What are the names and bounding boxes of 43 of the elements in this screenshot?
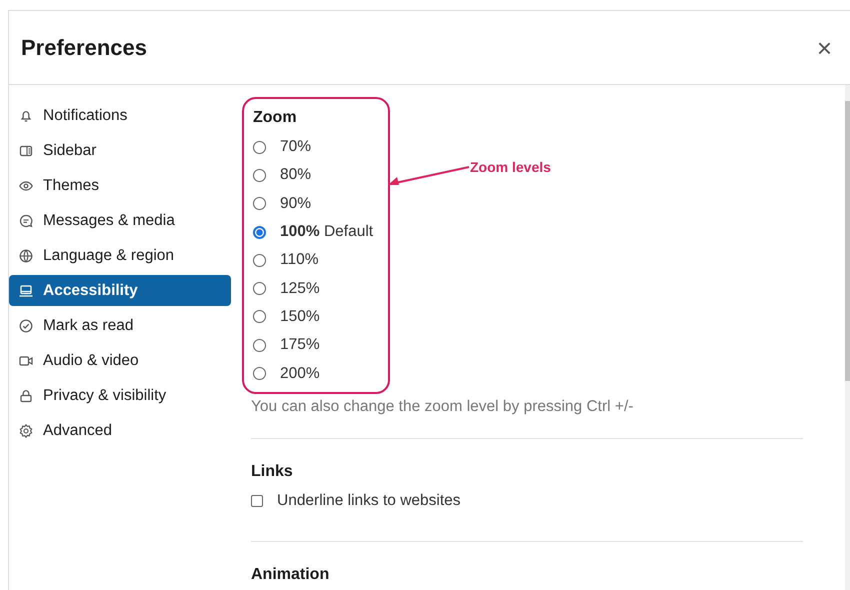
close-button[interactable]: × (812, 34, 836, 60)
radio-button[interactable] (253, 367, 266, 380)
dialog-title: Preferences (21, 34, 147, 60)
radio-button[interactable] (253, 197, 266, 210)
sidebar-item[interactable]: Accessibility (9, 275, 231, 306)
zoom-option[interactable]: 125% (253, 274, 388, 303)
zoom-option[interactable]: 90% (253, 190, 388, 218)
zoom-option[interactable]: 200% (253, 359, 388, 388)
sidebar-item[interactable]: Language & region (9, 240, 231, 271)
section-heading: Zoom (253, 109, 298, 127)
check-circle-icon (18, 318, 34, 334)
zoom-option[interactable]: 150% (253, 302, 388, 332)
radio-button[interactable] (253, 282, 266, 296)
zoom-option[interactable]: 70% (253, 133, 388, 162)
sidebar-item[interactable]: Audio & video (9, 345, 231, 376)
gear-icon (18, 422, 34, 438)
checkbox[interactable] (251, 494, 263, 507)
sidebar-item[interactable]: Themes (9, 170, 231, 201)
radio-button[interactable] (253, 140, 266, 154)
section-heading: Animation (251, 566, 330, 584)
sidebar-item[interactable]: Advanced (9, 415, 231, 446)
sidebar-item[interactable]: Notifications (9, 100, 231, 131)
section-heading: Links (251, 462, 294, 481)
radio-button[interactable] (253, 254, 266, 267)
laptop-icon (18, 282, 34, 298)
globe-icon (18, 248, 34, 264)
zoom-option[interactable]: 175% (253, 331, 388, 360)
sidebar-item[interactable]: Messages & media (9, 205, 231, 236)
hint-text: You can also change the zoom level by pressing Ctrl +/- (251, 398, 634, 416)
radio-button[interactable] (253, 226, 266, 239)
annotation-label: Zoom levels (470, 159, 551, 175)
radio-button[interactable] (253, 338, 266, 352)
sidebar-item[interactable]: Mark as read (9, 310, 231, 341)
radio-button[interactable] (253, 310, 266, 324)
sidebar-item[interactable]: Sidebar (9, 135, 231, 166)
sidebar-item[interactable]: Privacy & visibility (9, 380, 231, 411)
zoom-option[interactable]: 80% (253, 161, 388, 190)
chat-icon (18, 212, 34, 228)
zoom-option[interactable]: 100% Default (253, 218, 388, 246)
checkbox-option[interactable]: Underline links to websites (251, 486, 803, 515)
zoom-option[interactable]: 110% (253, 246, 388, 274)
radio-button[interactable] (253, 168, 266, 182)
lock-icon (18, 388, 34, 404)
